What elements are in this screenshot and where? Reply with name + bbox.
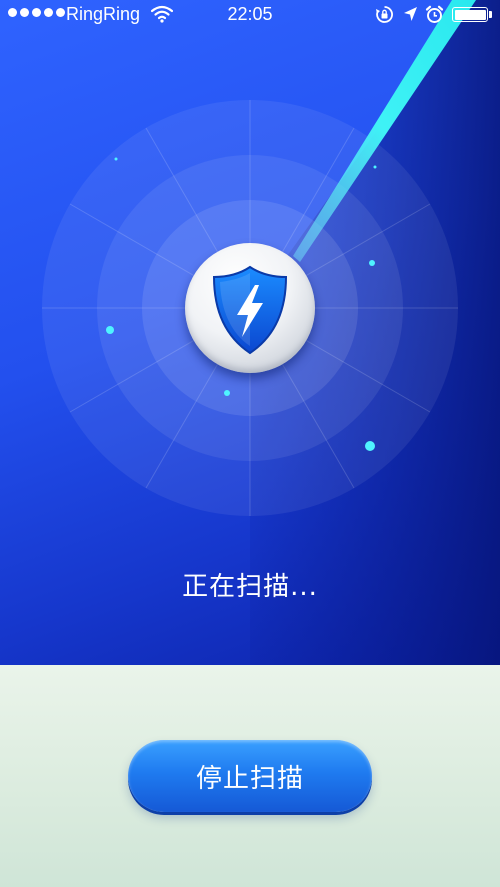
- location-arrow-icon: [404, 7, 417, 21]
- scan-panel: 正在扫描...: [0, 0, 500, 665]
- status-bar: RingRing 22:05: [0, 0, 500, 30]
- shield-badge: [185, 243, 315, 373]
- battery-icon: [452, 7, 488, 22]
- app-screen: 正在扫描... RingRing 22:05 停止扫描: [0, 0, 500, 887]
- alarm-clock-icon: [425, 5, 444, 23]
- scan-status-label: 正在扫描...: [182, 572, 318, 602]
- rotation-lock-icon: [376, 6, 393, 23]
- battery-tip: [489, 11, 492, 18]
- shield-lightning-icon: [212, 265, 288, 355]
- stop-scan-button[interactable]: 停止扫描: [128, 740, 372, 812]
